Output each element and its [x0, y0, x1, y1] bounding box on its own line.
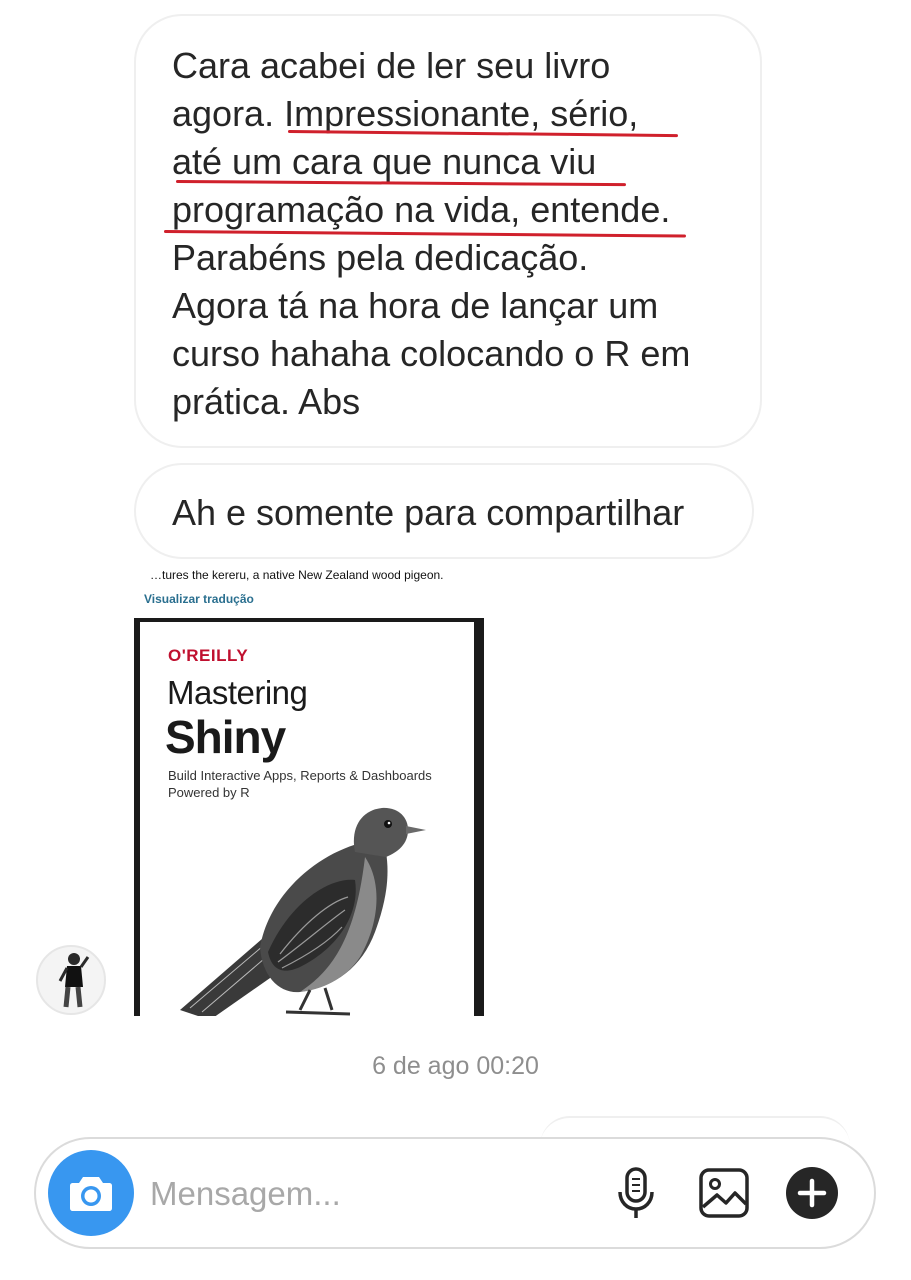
gallery-button[interactable] — [694, 1163, 754, 1223]
camera-button[interactable] — [48, 1150, 134, 1236]
message-line: Cara acabei de ler seu livro — [172, 45, 611, 86]
person-icon — [58, 953, 90, 1008]
message-text: Ah e somente para compartilhar — [172, 492, 685, 533]
pigeon-illustration — [180, 807, 426, 1016]
microphone-button[interactable] — [606, 1163, 666, 1223]
shared-post-image[interactable]: O'REILLY Mastering Shiny Build Interacti… — [134, 618, 484, 1016]
translate-link[interactable]: Visualizar tradução — [144, 592, 254, 606]
publisher-logo: O'REILLY — [168, 646, 249, 665]
message-line: até um cara que nunca viu — [172, 141, 597, 182]
message-line: curso hahaha colocando o R em — [172, 333, 691, 374]
book-title: Shiny — [165, 711, 286, 763]
message-line: Parabéns pela dedicação. — [172, 237, 589, 278]
camera-icon — [70, 1177, 112, 1211]
message-line: prática. Abs — [172, 381, 361, 422]
plus-icon — [786, 1167, 838, 1219]
book-title: Mastering — [167, 674, 308, 711]
message-line: Agora tá na hora de lançar um — [172, 285, 659, 326]
message-bubble[interactable]: Cara acabei de ler seu livro agora. Impr… — [134, 14, 762, 448]
book-cover: O'REILLY Mastering Shiny Build Interacti… — [140, 622, 474, 1016]
post-caption: …tures the kereru, a native New Zealand … — [150, 568, 444, 582]
add-button[interactable] — [782, 1163, 842, 1223]
message-input[interactable] — [150, 1169, 590, 1219]
avatar[interactable] — [36, 945, 106, 1015]
gallery-icon — [699, 1168, 749, 1218]
message-bubble[interactable]: Ah e somente para compartilhar — [134, 463, 754, 559]
message-line: programação na vida, entende. — [172, 189, 671, 230]
book-subtitle: Build Interactive Apps, Reports & Dashbo… — [168, 768, 432, 783]
microphone-icon — [618, 1167, 654, 1218]
message-composer — [34, 1137, 876, 1249]
timestamp: 6 de ago 00:20 — [372, 1052, 539, 1080]
